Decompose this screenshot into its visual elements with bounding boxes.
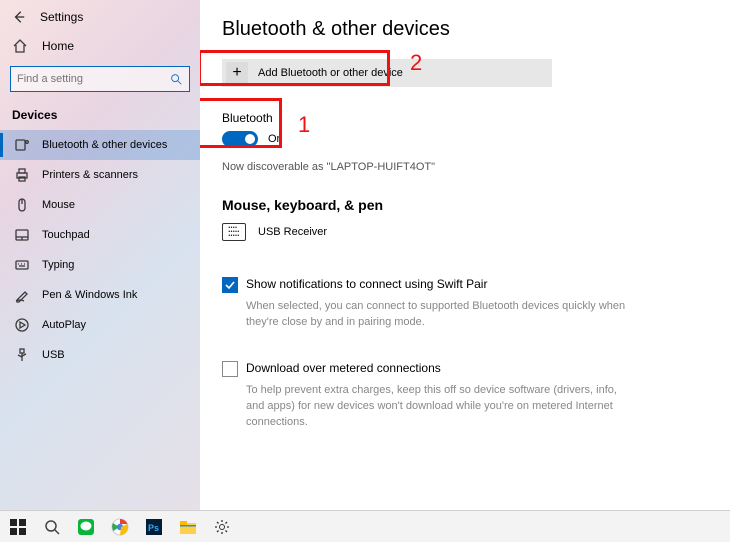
nav-label: USB [42, 349, 65, 361]
add-device-button[interactable]: + Add Bluetooth or other device [222, 59, 552, 87]
home-button[interactable]: Home [0, 32, 200, 62]
nav-label: Mouse [42, 199, 75, 211]
nav-item-usb[interactable]: USB [0, 340, 200, 370]
usb-icon [14, 347, 30, 363]
explorer-app[interactable] [174, 513, 202, 541]
nav-item-printers[interactable]: Printers & scanners [0, 160, 200, 190]
add-device-label: Add Bluetooth or other device [258, 67, 403, 79]
mouse-icon [14, 197, 30, 213]
nav-item-autoplay[interactable]: AutoPlay [0, 310, 200, 340]
settings-app[interactable] [208, 513, 236, 541]
section-mouse-heading: Mouse, keyboard, & pen [222, 197, 708, 213]
sidebar: Settings Home Devices Bluetooth & other … [0, 0, 200, 510]
nav-label: Touchpad [42, 229, 90, 241]
metered-desc: To help prevent extra charges, keep this… [246, 383, 626, 431]
window-title: Settings [40, 10, 83, 24]
page-heading: Bluetooth & other devices [222, 18, 708, 41]
start-button[interactable] [4, 513, 32, 541]
home-icon [12, 38, 28, 54]
swift-pair-label: Show notifications to connect using Swif… [246, 277, 487, 291]
autoplay-icon [14, 317, 30, 333]
metered-checkbox[interactable] [222, 361, 238, 377]
touchpad-icon [14, 227, 30, 243]
nav-label: Printers & scanners [42, 169, 138, 181]
line-app[interactable] [72, 513, 100, 541]
group-label: Devices [0, 102, 200, 130]
nav-item-touchpad[interactable]: Touchpad [0, 220, 200, 250]
discoverable-text: Now discoverable as "LAPTOP-HUIFT4OT" [222, 161, 708, 173]
keyboard-icon: •••••••••••••• [222, 223, 246, 241]
search-input[interactable] [17, 73, 158, 85]
printer-icon [14, 167, 30, 183]
nav-label: Pen & Windows Ink [42, 289, 137, 301]
nav-item-pen[interactable]: Pen & Windows Ink [0, 280, 200, 310]
photoshop-app[interactable]: Ps [140, 513, 168, 541]
search-box[interactable] [10, 66, 190, 92]
bluetooth-icon [14, 137, 30, 153]
bluetooth-label: Bluetooth [222, 111, 708, 125]
swift-pair-checkbox[interactable] [222, 277, 238, 293]
typing-icon [14, 257, 30, 273]
search-icon [169, 72, 183, 86]
nav-label: AutoPlay [42, 319, 86, 331]
nav-item-bluetooth[interactable]: Bluetooth & other devices [0, 130, 200, 160]
search-button[interactable] [38, 513, 66, 541]
device-name: USB Receiver [258, 226, 327, 238]
nav-label: Bluetooth & other devices [42, 139, 167, 151]
device-row[interactable]: •••••••••••••• USB Receiver [222, 223, 708, 241]
pen-icon [14, 287, 30, 303]
toggle-state: On [268, 133, 283, 145]
main-content: Bluetooth & other devices + Add Bluetoot… [200, 0, 730, 510]
metered-label: Download over metered connections [246, 361, 441, 375]
chrome-app[interactable] [106, 513, 134, 541]
svg-text:Ps: Ps [148, 523, 159, 533]
nav-item-typing[interactable]: Typing [0, 250, 200, 280]
taskbar: Ps [0, 510, 730, 542]
plus-icon: + [226, 62, 248, 84]
home-label: Home [42, 39, 74, 53]
nav-label: Typing [42, 259, 74, 271]
nav-item-mouse[interactable]: Mouse [0, 190, 200, 220]
back-icon[interactable] [12, 10, 26, 24]
toggle-knob [245, 134, 255, 144]
bluetooth-toggle[interactable] [222, 131, 258, 147]
swift-pair-desc: When selected, you can connect to suppor… [246, 299, 626, 331]
